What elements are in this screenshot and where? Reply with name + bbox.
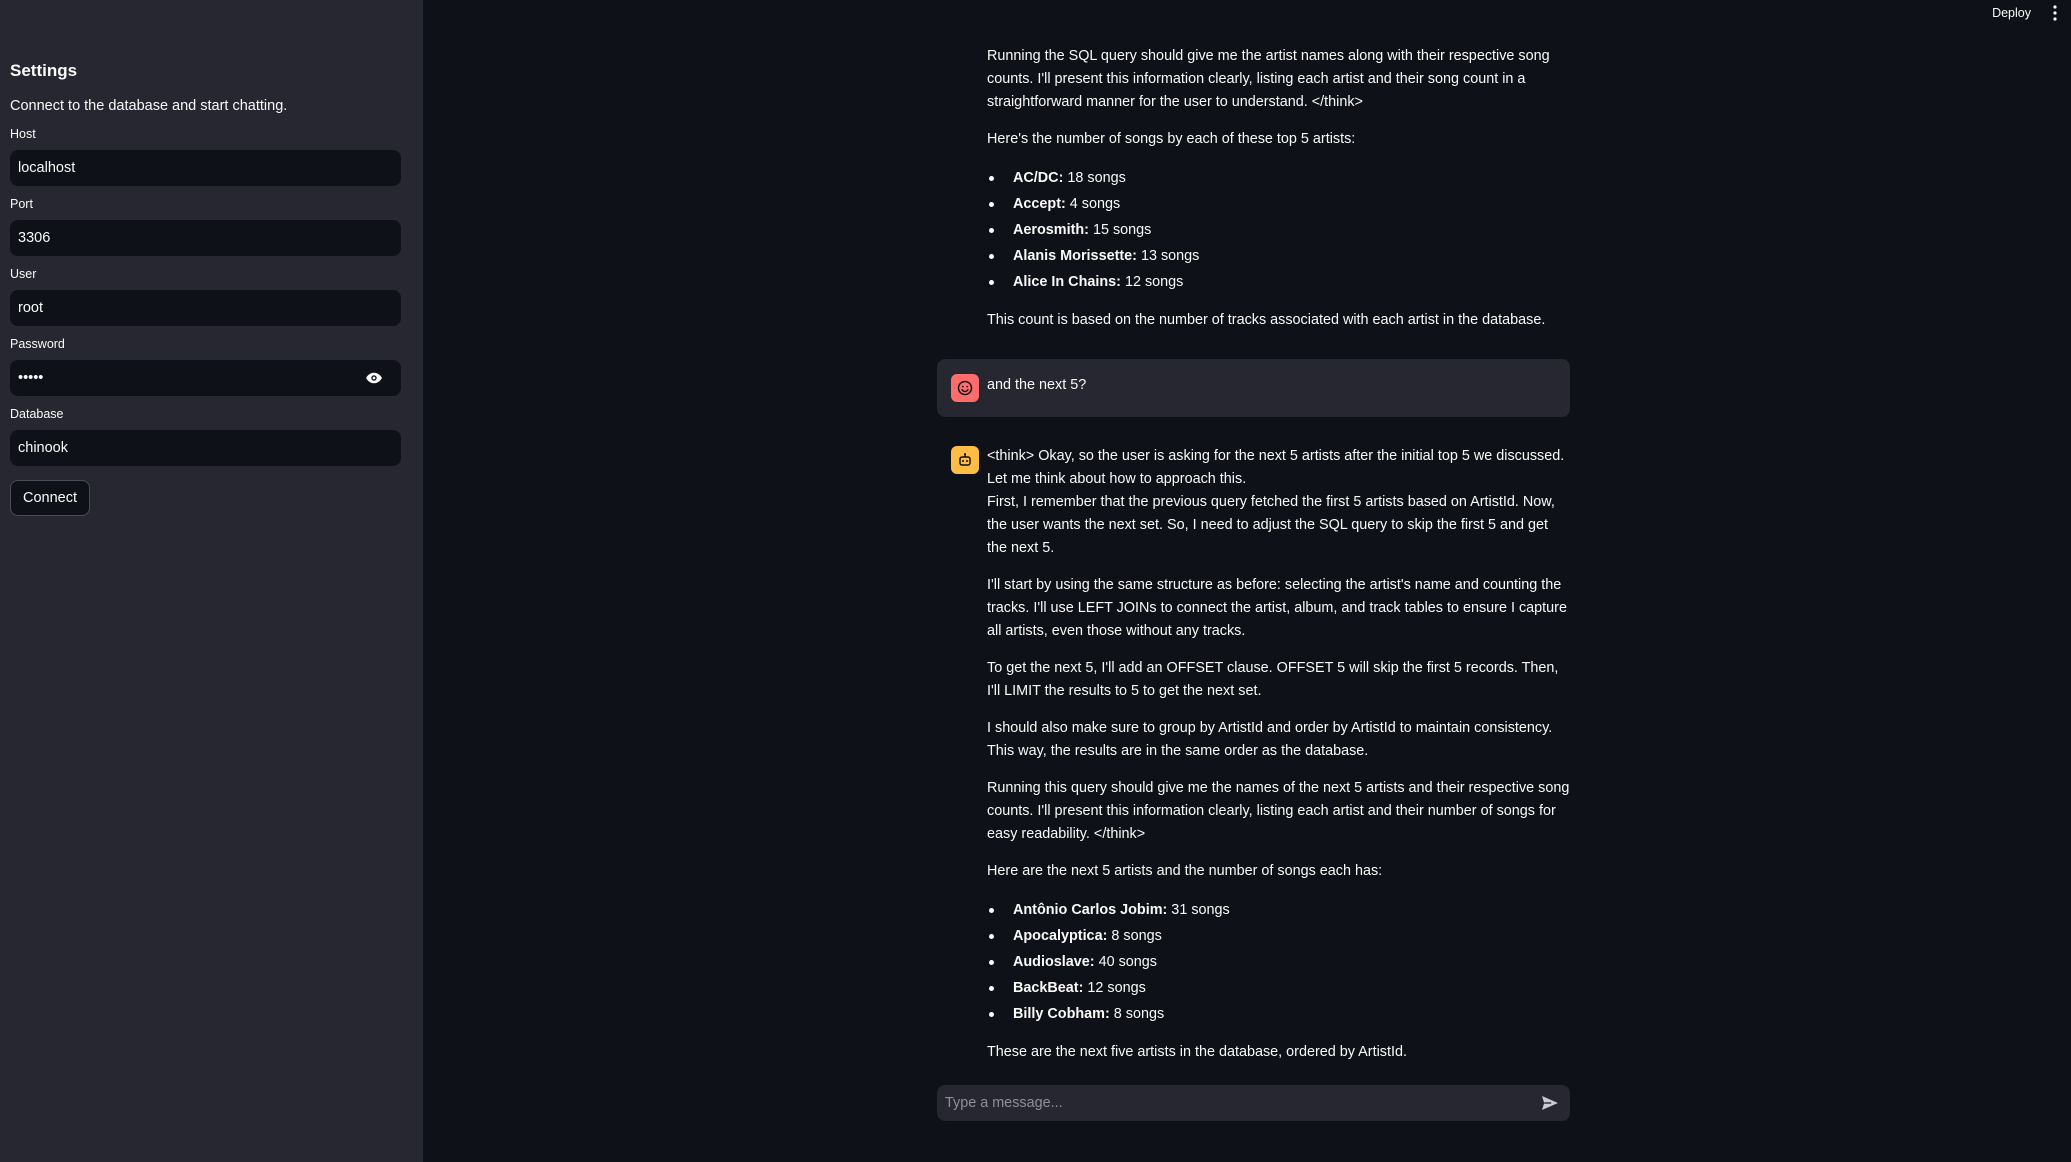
- password-field-group: Password: [10, 336, 401, 396]
- port-label: Port: [10, 197, 33, 211]
- user-message-text: and the next 5?: [987, 377, 1087, 393]
- assistant-message-text: Running the SQL query should give me the…: [987, 45, 1570, 346]
- user-label: User: [10, 267, 37, 281]
- message-paragraph: First, I remember that the previous quer…: [987, 494, 1555, 556]
- database-field-group: Database: [10, 406, 401, 466]
- list-item: Antônio Carlos Jobim: 31 songs: [987, 897, 1570, 923]
- list-item: BackBeat: 12 songs: [987, 975, 1570, 1001]
- chat-input-box[interactable]: [937, 1085, 1570, 1121]
- app-root: Settings Connect to the database and sta…: [0, 0, 2071, 1162]
- list-item: Alice In Chains: 12 songs: [987, 269, 1570, 295]
- list-item: Audioslave: 40 songs: [987, 949, 1570, 975]
- host-field-group: Host: [10, 126, 401, 186]
- message-paragraph: I'll start by using the same structure a…: [987, 577, 1567, 639]
- smile-face-icon: [957, 380, 973, 396]
- message-paragraph: This count is based on the number of tra…: [987, 312, 1546, 328]
- sidebar-caption: Connect to the database and start chatti…: [10, 98, 288, 114]
- port-field-group: Port: [10, 196, 401, 256]
- sidebar: Settings Connect to the database and sta…: [0, 0, 423, 1162]
- list-item: Billy Cobham: 8 songs: [987, 1001, 1570, 1027]
- user-field-group: User: [10, 266, 401, 326]
- assistant-avatar: [951, 446, 979, 474]
- host-input[interactable]: [18, 160, 393, 176]
- list-item: Apocalyptica: 8 songs: [987, 923, 1570, 949]
- user-avatar: [951, 374, 979, 402]
- sidebar-title: Settings: [10, 61, 78, 80]
- artist-list: Antônio Carlos Jobim: 31 songs Apocalypt…: [987, 897, 1570, 1027]
- password-input[interactable]: [18, 370, 393, 386]
- message-paragraph: Here are the next 5 artists and the numb…: [987, 863, 1383, 879]
- host-label: Host: [10, 127, 36, 141]
- assistant-message-text: <think> Okay, so the user is asking for …: [987, 445, 1570, 1078]
- database-label: Database: [10, 407, 64, 421]
- message-paragraph: I should also make sure to group by Arti…: [987, 720, 1553, 759]
- message-paragraph: Running the SQL query should give me the…: [987, 48, 1550, 110]
- message-paragraph: Here's the number of songs by each of th…: [987, 131, 1356, 147]
- connect-button[interactable]: Connect: [10, 480, 91, 516]
- message-paragraph: To get the next 5, I'll add an OFFSET cl…: [987, 660, 1559, 699]
- kebab-menu-icon[interactable]: [2049, 4, 2061, 22]
- host-input-box[interactable]: [10, 150, 401, 186]
- user-input-box[interactable]: [10, 290, 401, 326]
- port-input[interactable]: [18, 230, 393, 246]
- user-message: and the next 5?: [937, 359, 1570, 417]
- message-paragraph: Running this query should give me the na…: [987, 780, 1570, 842]
- list-item: Accept: 4 songs: [987, 191, 1570, 217]
- list-item: Aerosmith: 15 songs: [987, 217, 1570, 243]
- deploy-button[interactable]: Deploy: [1992, 6, 2031, 20]
- password-input-box[interactable]: [10, 360, 401, 396]
- list-item: AC/DC: 18 songs: [987, 165, 1570, 191]
- message-paragraph: These are the next five artists in the d…: [987, 1044, 1407, 1060]
- database-input[interactable]: [18, 440, 393, 456]
- artist-list: AC/DC: 18 songs Accept: 4 songs Aerosmit…: [987, 165, 1570, 295]
- password-label: Password: [10, 337, 65, 351]
- database-input-box[interactable]: [10, 430, 401, 466]
- robot-icon: [959, 453, 971, 466]
- chat-input[interactable]: [945, 1095, 1562, 1111]
- user-input[interactable]: [18, 300, 393, 316]
- eye-icon[interactable]: [365, 369, 383, 387]
- message-paragraph: <think> Okay, so the user is asking for …: [987, 448, 1565, 487]
- send-icon[interactable]: [1540, 1093, 1560, 1113]
- port-input-box[interactable]: [10, 220, 401, 256]
- list-item: Alanis Morissette: 13 songs: [987, 243, 1570, 269]
